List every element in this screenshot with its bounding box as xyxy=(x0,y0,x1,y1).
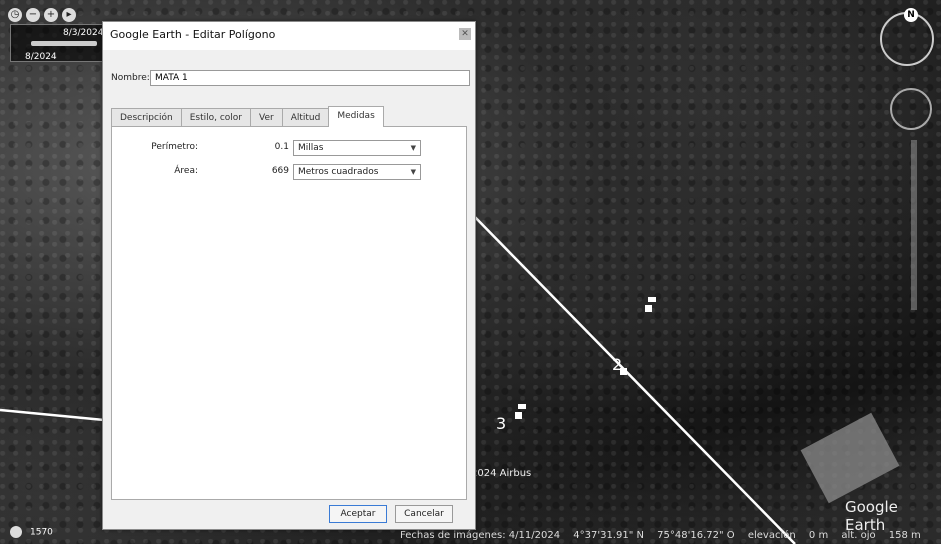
imagery-copyright: 2024 Airbus xyxy=(471,468,532,479)
area-unit-value: Metros cuadrados xyxy=(298,167,379,177)
tab-altitude[interactable]: Altitud xyxy=(281,108,330,127)
ok-button[interactable]: Aceptar xyxy=(329,505,387,523)
latitude: 4°37'31.91" N xyxy=(573,530,644,541)
perimeter-label: Perímetro: xyxy=(151,142,198,152)
elevation-value: 0 m xyxy=(808,530,829,541)
date-start: 8/3/2024 xyxy=(63,28,104,38)
eye-alt-value: 158 m xyxy=(888,530,921,541)
marker-square-icon[interactable] xyxy=(620,368,627,375)
tab-description[interactable]: Descripción xyxy=(111,108,182,127)
measurements-panel: Perímetro: 0.1 Millas ▼ Área: 669 Metros… xyxy=(111,126,467,500)
elevation-label: elevación xyxy=(747,530,796,541)
marker-square-icon[interactable] xyxy=(515,412,522,419)
perimeter-unit-select[interactable]: Millas ▼ xyxy=(293,140,421,156)
area-label: Área: xyxy=(174,166,198,176)
imagery-date: Fechas de imágenes: 4/11/2024 xyxy=(400,530,561,541)
zoom-in-icon[interactable]: + xyxy=(44,8,58,22)
tab-style-color[interactable]: Estilo, color xyxy=(180,108,251,127)
eye-alt-label: alt. ojo xyxy=(841,530,876,541)
time-slider[interactable] xyxy=(31,41,97,46)
marker-3-label[interactable]: 3 xyxy=(496,414,506,433)
tab-measurements[interactable]: Medidas xyxy=(328,106,384,127)
scale-badge: 1570 xyxy=(10,526,53,538)
nav-toolbar: ◷ − + ▸ xyxy=(8,8,76,22)
zoom-slider[interactable] xyxy=(911,140,917,310)
name-label: Nombre: xyxy=(111,73,150,83)
chevron-down-icon: ▼ xyxy=(410,144,416,152)
cancel-button[interactable]: Cancelar xyxy=(395,505,453,523)
area-unit-select[interactable]: Metros cuadrados ▼ xyxy=(293,164,421,180)
dialog-title-bar[interactable]: Google Earth - Editar Polígono ✕ xyxy=(103,22,475,50)
marker-square-icon[interactable] xyxy=(645,305,652,312)
edit-polygon-dialog: Google Earth - Editar Polígono ✕ Nombre:… xyxy=(102,21,476,530)
area-value: 669 xyxy=(271,166,289,176)
zoom-out-icon[interactable]: − xyxy=(26,8,40,22)
marker-flag-icon xyxy=(648,297,656,302)
date-end: 8/2024 xyxy=(25,52,57,62)
historical-imagery-slider[interactable]: 8/3/2024 8/2024 xyxy=(10,24,104,62)
longitude: 75°48'16.72" O xyxy=(657,530,735,541)
play-icon[interactable]: ▸ xyxy=(62,8,76,22)
chevron-down-icon: ▼ xyxy=(410,168,416,176)
tab-bar: Descripción Estilo, color Ver Altitud Me… xyxy=(111,106,384,127)
north-icon[interactable]: N xyxy=(904,8,918,22)
perimeter-value: 0.1 xyxy=(274,142,289,152)
globe-icon xyxy=(10,526,22,538)
clock-icon[interactable]: ◷ xyxy=(8,8,22,22)
perimeter-unit-value: Millas xyxy=(298,143,324,153)
name-field[interactable]: MATA 1 xyxy=(150,70,470,86)
marker-flag-icon xyxy=(518,404,526,409)
dialog-title: Google Earth - Editar Polígono xyxy=(110,28,276,41)
close-icon[interactable]: ✕ xyxy=(459,28,471,40)
tab-view[interactable]: Ver xyxy=(249,108,283,127)
status-bar: Fechas de imágenes: 4/11/2024 4°37'31.91… xyxy=(400,528,941,544)
look-joystick[interactable] xyxy=(890,88,932,130)
